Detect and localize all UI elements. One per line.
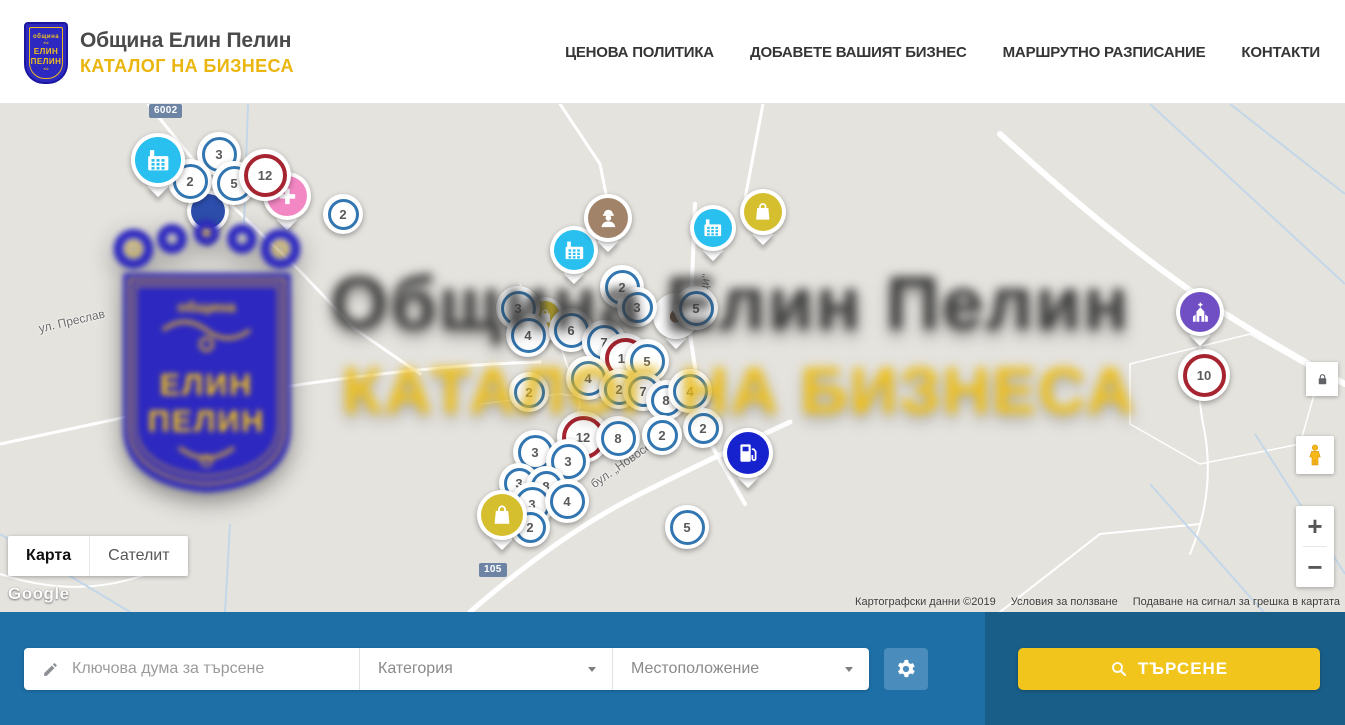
map-cluster-marker[interactable]: 2 [323, 194, 363, 234]
cluster-count: 12 [244, 154, 287, 197]
attribution-copyright: Картографски данни ©2019 [855, 596, 996, 608]
map-cluster-marker[interactable]: 8 [596, 416, 640, 460]
site-logo[interactable]: община ∾ ЕЛИН ПЕЛИН ∾ Община Елин Пелин … [22, 18, 294, 88]
map-pin-marker-church[interactable] [1176, 288, 1224, 336]
cluster-count: 2 [328, 199, 359, 230]
nav-item-contacts[interactable]: КОНТАКТИ [1241, 44, 1320, 61]
worker-icon [588, 198, 628, 238]
map-cluster-marker[interactable]: 4 [506, 313, 550, 357]
factory-icon [694, 209, 732, 247]
map-type-satellite-button[interactable]: Сателит [89, 536, 187, 576]
map-cluster-marker[interactable]: 5 [674, 286, 718, 330]
road-number-badge: 105 [479, 563, 507, 577]
nav-item-pricing[interactable]: ЦЕНОВА ПОЛИТИКА [565, 44, 714, 61]
street-view-pegman-button[interactable] [1296, 436, 1334, 474]
pencil-icon [42, 661, 59, 678]
search-button-label: ТЪРСЕНЕ [1138, 659, 1228, 679]
crest-name-line1: ЕЛИН [34, 47, 58, 56]
gear-icon [895, 658, 917, 680]
factory-icon [135, 137, 181, 183]
lock-icon [1315, 372, 1330, 387]
nav-item-add-business[interactable]: ДОБАВЕТЕ ВАШИЯТ БИЗНЕС [750, 44, 967, 61]
cluster-count: 4 [511, 318, 546, 353]
map-pin-marker-fuel[interactable] [723, 428, 773, 478]
cluster-count: 8 [601, 421, 636, 456]
church-icon [1180, 292, 1220, 332]
map-type-control: Карта Сателит [8, 536, 188, 576]
cluster-count: 5 [679, 291, 714, 326]
zoom-in-button[interactable]: + [1296, 506, 1334, 546]
map-cluster-marker[interactable]: 2 [683, 408, 723, 448]
keyword-field[interactable] [24, 648, 359, 690]
chevron-down-icon [588, 667, 596, 672]
map-pin-marker-factory[interactable] [131, 133, 185, 187]
map-cluster-marker[interactable]: 2 [509, 372, 549, 412]
map-attribution: Картографски данни ©2019 Условия за полз… [855, 596, 1340, 608]
pin-body [723, 428, 773, 478]
pin-body [740, 189, 786, 235]
map-pin-marker-bag[interactable] [477, 490, 527, 540]
cluster-count: 3 [622, 292, 653, 323]
map-pin-marker-factory[interactable] [690, 205, 736, 251]
municipality-crest-logo: община ∾ ЕЛИН ПЕЛИН ∾ [22, 18, 70, 88]
main-nav: ЦЕНОВА ПОЛИТИКА ДОБАВЕТЕ ВАШИЯТ БИЗНЕС М… [565, 0, 1320, 104]
chevron-down-icon [845, 667, 853, 672]
cluster-count: 10 [1183, 354, 1226, 397]
site-subtitle: КАТАЛОГ НА БИЗНЕСА [80, 56, 294, 77]
cluster-count: 2 [514, 377, 545, 408]
cluster-count: 5 [670, 510, 705, 545]
zoom-control: + − [1296, 506, 1334, 587]
road-number-badge: 6002 [149, 104, 182, 118]
pin-body [584, 194, 632, 242]
map-cluster-marker[interactable]: 10 [1178, 349, 1230, 401]
map-pin-marker-worker[interactable] [584, 194, 632, 242]
attribution-report-link[interactable]: Подаване на сигнал за грешка в картата [1133, 596, 1340, 608]
site-title: Община Елин Пелин [80, 29, 294, 53]
map-cluster-marker[interactable]: 4 [668, 369, 712, 413]
keyword-input[interactable] [72, 660, 322, 678]
pegman-icon [1303, 441, 1327, 469]
cluster-count: 2 [688, 413, 719, 444]
pin-body [1176, 288, 1224, 336]
cluster-count: 4 [550, 484, 585, 519]
search-icon [1110, 660, 1128, 678]
fuel-icon [727, 432, 769, 474]
category-select-value: Категория [378, 660, 453, 678]
category-select[interactable]: Категория [359, 648, 612, 690]
map-cluster-marker[interactable]: 2 [642, 415, 682, 455]
header: община ∾ ЕЛИН ПЕЛИН ∾ Община Елин Пелин … [0, 0, 1345, 104]
search-bar: Категория Местоположение ТЪРСЕНЕ [0, 612, 1345, 725]
map-cluster-marker[interactable]: 5 [665, 505, 709, 549]
crest-name-line2: ПЕЛИН [31, 57, 62, 66]
search-fields: Категория Местоположение [24, 648, 869, 690]
cluster-count: 4 [673, 374, 708, 409]
google-logo[interactable]: Google [8, 584, 70, 604]
bag-icon [481, 494, 523, 536]
map-type-map-button[interactable]: Карта [8, 536, 89, 576]
crest-ornament-bottom: ∾ [43, 67, 49, 72]
map-cluster-marker[interactable]: 12 [239, 149, 291, 201]
pin-body [690, 205, 736, 251]
crest-ornament: ∾ [43, 41, 49, 46]
bag-icon [744, 193, 782, 231]
page: община ∾ ЕЛИН ПЕЛИН ∾ Община Елин Пелин … [0, 0, 1345, 725]
map-cluster-marker[interactable]: 3 [617, 287, 657, 327]
google-map[interactable]: 6002105ул. Преславбул. „Новоселци" 32512… [0, 104, 1345, 612]
map-lock-button[interactable] [1306, 362, 1338, 396]
advanced-search-button[interactable] [884, 648, 928, 690]
location-select[interactable]: Местоположение [612, 648, 869, 690]
zoom-out-button[interactable]: − [1296, 547, 1334, 587]
map-cluster-marker[interactable]: 4 [545, 479, 589, 523]
pin-body [477, 490, 527, 540]
map-pin-marker-bag[interactable] [740, 189, 786, 235]
pin-body [131, 133, 185, 187]
nav-item-route-schedule[interactable]: МАРШРУТНО РАЗПИСАНИЕ [1003, 44, 1206, 61]
search-submit-button[interactable]: ТЪРСЕНЕ [1018, 648, 1320, 690]
location-select-value: Местоположение [631, 660, 759, 678]
cluster-count: 2 [647, 420, 678, 451]
attribution-terms-link[interactable]: Условия за ползване [1011, 596, 1118, 608]
